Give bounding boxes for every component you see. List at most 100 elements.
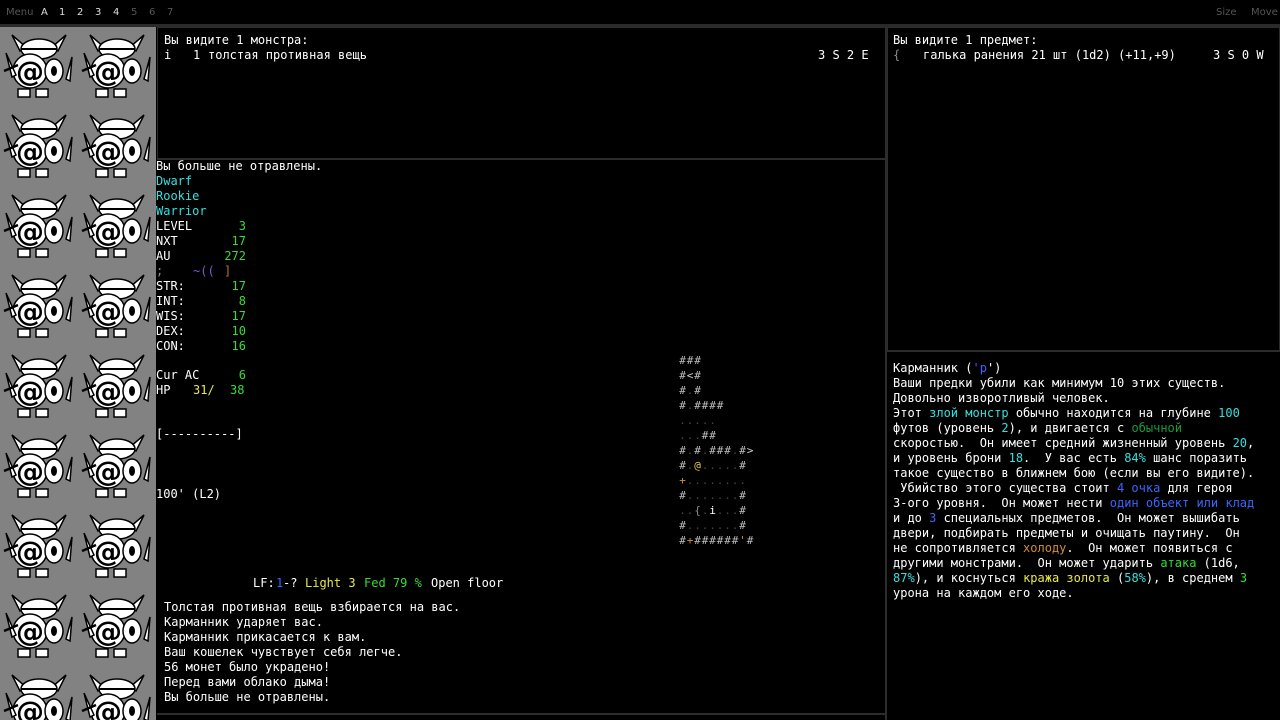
- equip-slot-a: ;: [156, 264, 164, 278]
- player-avatar-tile-icon: @: [0, 267, 78, 347]
- player-avatar-tile-icon: @: [0, 107, 78, 187]
- tab-3[interactable]: 3: [95, 7, 101, 18]
- item-list-header: Вы видите 1 предмет:: [893, 33, 1038, 47]
- message-line: Толстая противная вещь взбирается на вас…: [164, 600, 461, 614]
- message-line: Перед вами облако дыма!: [164, 675, 331, 689]
- recall-title: Карманник ('p'): [893, 361, 1001, 376]
- tab-5[interactable]: 5: [131, 7, 137, 18]
- svg-text:@: @: [16, 215, 44, 248]
- player-avatar-tile-icon: @: [0, 507, 78, 587]
- menu-button[interactable]: Menu: [6, 7, 33, 18]
- player-avatar-tile-icon: @: [78, 667, 156, 720]
- stat-nxt-value: 17: [231, 234, 246, 248]
- svg-text:@: @: [16, 695, 44, 720]
- player-avatar-tile-icon: @: [0, 587, 78, 667]
- map-tile: #: [694, 354, 701, 367]
- recall-text: ), в среднем: [1145, 571, 1240, 585]
- svg-text:@: @: [94, 55, 122, 88]
- monster-row-name[interactable]: толстая противная вещь: [208, 48, 367, 63]
- map-tile: #: [709, 429, 716, 442]
- move-button[interactable]: Move: [1251, 7, 1278, 18]
- map-tile: >: [746, 444, 754, 457]
- monster-row-count: 1: [193, 48, 201, 62]
- stat-au-label: AU: [156, 249, 171, 263]
- hp-label: HP: [156, 383, 171, 397]
- recall-text: 3: [1239, 571, 1248, 585]
- recall-text: для героя: [1160, 481, 1233, 495]
- map-tile: #: [746, 534, 754, 547]
- status-light: Light 3: [305, 576, 356, 590]
- attr-str-label: STR:: [156, 279, 185, 293]
- tab-a[interactable]: A: [41, 7, 48, 18]
- svg-text:@: @: [94, 295, 122, 328]
- svg-text:@: @: [16, 455, 44, 488]
- recall-text: Ваши предки убили как минимум 10 этих су…: [893, 376, 1226, 390]
- map-tile: #: [739, 489, 746, 502]
- item-row-name[interactable]: галька ранения 21 шт (1d2) (+11,+9): [923, 48, 1176, 63]
- recall-text: 18: [1008, 451, 1024, 465]
- player-avatar-tile-icon: @: [78, 267, 156, 347]
- message-line: Карманник прикасается к вам.: [164, 630, 367, 644]
- recall-text: Довольно изворотливый человек.: [893, 391, 1110, 405]
- tab-4[interactable]: 4: [113, 7, 119, 18]
- recall-title-glyph: 'p: [972, 361, 987, 375]
- recall-line: скоростью. Он имеет средний жизненный ур…: [893, 436, 1254, 451]
- monster-row-glyph: i: [164, 48, 172, 62]
- map-tile: #: [716, 399, 724, 412]
- recall-text: . У вас есть: [1023, 451, 1125, 465]
- player-avatar-tile-icon: @: [78, 347, 156, 427]
- tab-6[interactable]: 6: [149, 7, 155, 18]
- recall-text: 4 очка: [1116, 481, 1161, 495]
- recall-text: другими монстрами. Он может ударить: [893, 556, 1161, 570]
- svg-text:@: @: [94, 215, 122, 248]
- recall-text: (: [1109, 571, 1125, 585]
- recall-line: Довольно изворотливый человек.: [893, 391, 1110, 406]
- recall-line: двери, подбирать предметы и очищать паут…: [893, 526, 1240, 541]
- tab-7[interactable]: 7: [167, 7, 173, 18]
- monster-row-direction: 3 S 2 E: [818, 48, 869, 62]
- message-line: 56 монет было украдено!: [164, 660, 331, 674]
- recall-text: обычной: [1131, 421, 1183, 435]
- tab-1[interactable]: 1: [59, 7, 65, 18]
- depth-indicator: 100' (L2): [156, 487, 222, 501]
- recall-text: и уровень брони: [893, 451, 1009, 465]
- dungeon-map[interactable]: # # # # < # #. # #. # # # #........ # # #. #. # # #. # > #. @..…: [678, 353, 778, 553]
- stat-au-value: 272: [224, 249, 246, 263]
- recall-text: футов (уровень: [893, 421, 1002, 435]
- map-tile: #: [739, 504, 746, 517]
- recall-text: такое существо в ближнем бою (если вы ег…: [893, 466, 1255, 480]
- recall-text: 84%: [1124, 451, 1146, 465]
- monster-list-panel: Вы видите 1 монстра: i 1 толстая противн…: [157, 27, 886, 160]
- map-tile: #: [739, 459, 746, 472]
- stat-nxt-label: NXT: [156, 234, 178, 248]
- recall-text: ,: [1247, 436, 1255, 450]
- recall-title-end: '): [986, 361, 1002, 375]
- svg-text:@: @: [16, 375, 44, 408]
- player-avatar-tile-icon: @: [0, 27, 78, 107]
- attr-wis-label: WIS:: [156, 309, 185, 323]
- recall-title-name: Карманник (: [893, 361, 973, 375]
- map-tile: .: [709, 414, 716, 427]
- attr-int-value: 8: [238, 294, 246, 308]
- player-avatar-tile-icon: @: [0, 187, 78, 267]
- player-avatar-tile-icon: @: [0, 347, 78, 427]
- svg-text:@: @: [16, 135, 44, 168]
- recall-line: такое существо в ближнем бою (если вы ег…: [893, 466, 1254, 481]
- size-button[interactable]: Size: [1216, 7, 1237, 18]
- attr-str-value: 17: [231, 279, 246, 293]
- attr-dex-value: 10: [231, 324, 246, 338]
- status-lf-rest: -?: [283, 576, 298, 590]
- player-avatar-tile-icon: @: [78, 587, 156, 667]
- recall-text: Этот: [893, 406, 930, 420]
- map-tile: #: [694, 369, 701, 382]
- ac-label: Cur AC: [156, 368, 200, 382]
- ac-value: 6: [238, 368, 246, 382]
- recall-text: ), и двигается с: [1008, 421, 1132, 435]
- recall-text: . Он может появиться с: [1066, 541, 1233, 555]
- message-line: Вы больше не отравлены.: [164, 690, 331, 704]
- attr-con-value: 16: [231, 339, 246, 353]
- char-title: Rookie: [156, 189, 200, 203]
- attr-wis-value: 17: [231, 309, 246, 323]
- tab-2[interactable]: 2: [77, 7, 83, 18]
- char-class: Warrior: [156, 204, 207, 218]
